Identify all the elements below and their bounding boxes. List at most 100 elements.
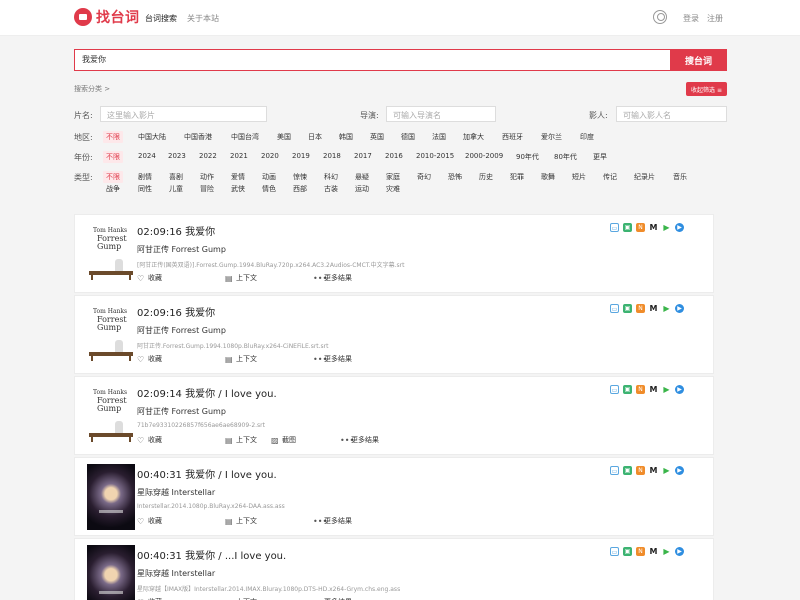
type-option[interactable]: 传记: [603, 172, 617, 182]
iqiyi-icon[interactable]: ▣: [623, 304, 632, 313]
year-option[interactable]: 2020: [261, 152, 279, 160]
user-avatar-icon[interactable]: [653, 10, 667, 24]
year-option[interactable]: 2019: [292, 152, 310, 160]
poster-forrest-gump[interactable]: Tom Hanks Forrest Gump: [87, 383, 135, 449]
youku-icon[interactable]: N: [636, 385, 645, 394]
more-results-button[interactable]: •••更多结果: [313, 516, 352, 526]
iqiyi-icon[interactable]: ▣: [623, 466, 632, 475]
result-timecode-line[interactable]: 02:09:14 我爱你 / I love you.: [137, 385, 277, 400]
year-option[interactable]: 80年代: [554, 152, 577, 162]
region-option[interactable]: 中国大陆: [138, 132, 166, 142]
favorite-button[interactable]: ♡收藏: [137, 435, 162, 445]
type-option[interactable]: 不限: [103, 171, 123, 183]
type-option[interactable]: 纪录片: [634, 172, 655, 182]
type-option[interactable]: 剧情: [138, 172, 152, 182]
nav-subtitle-search[interactable]: 台词搜索: [145, 13, 177, 24]
actor-input[interactable]: 可输入影人名: [616, 106, 727, 122]
more-results-button[interactable]: •••更多结果: [313, 273, 352, 283]
mgtv-icon[interactable]: M: [649, 223, 658, 232]
result-filename[interactable]: 阿甘正传.Forrest.Gump.1994.1080p.BluRay.x264…: [137, 341, 329, 350]
more-results-button[interactable]: •••更多结果: [313, 354, 352, 364]
youku-icon[interactable]: N: [636, 223, 645, 232]
region-option[interactable]: 德国: [401, 132, 415, 142]
nav-about[interactable]: 关于本站: [187, 13, 219, 24]
search-category-link[interactable]: 搜索分类 >: [74, 84, 110, 94]
play-icon[interactable]: ▶: [675, 304, 684, 313]
type-option[interactable]: 惊悚: [293, 172, 307, 182]
type-option[interactable]: 武侠: [231, 184, 245, 194]
play-icon[interactable]: ▶: [675, 385, 684, 394]
context-button[interactable]: ▤上下文: [225, 435, 257, 445]
favorite-button[interactable]: ♡收藏: [137, 273, 162, 283]
type-option[interactable]: 科幻: [324, 172, 338, 182]
year-option[interactable]: 2023: [168, 152, 186, 160]
context-button[interactable]: ▤上下文: [225, 273, 257, 283]
type-option[interactable]: 家庭: [386, 172, 400, 182]
iqiyi-icon[interactable]: ▣: [623, 547, 632, 556]
tv-icon[interactable]: ▭: [610, 385, 619, 394]
region-option[interactable]: 加拿大: [463, 132, 484, 142]
iqiyi-icon[interactable]: ▣: [623, 385, 632, 394]
year-option[interactable]: 不限: [103, 151, 123, 163]
result-timecode-line[interactable]: 00:40:31 我爱你 / ...I love you.: [137, 547, 286, 562]
type-option[interactable]: 情色: [262, 184, 276, 194]
poster-interstellar[interactable]: [87, 545, 135, 600]
result-filename[interactable]: 71b7e93310226857f656ae6ae68909-2.srt: [137, 422, 265, 429]
type-option[interactable]: 同性: [138, 184, 152, 194]
region-option[interactable]: 不限: [103, 131, 123, 143]
type-option[interactable]: 短片: [572, 172, 586, 182]
login-link[interactable]: 登录: [683, 13, 699, 24]
site-logo[interactable]: 找台词: [74, 7, 140, 27]
type-option[interactable]: 动作: [200, 172, 214, 182]
director-input[interactable]: 可输入导演名: [386, 106, 496, 122]
youku-icon[interactable]: N: [636, 547, 645, 556]
year-option[interactable]: 2021: [230, 152, 248, 160]
year-option[interactable]: 2010-2015: [416, 152, 454, 160]
poster-forrest-gump[interactable]: Tom Hanks Forrest Gump: [87, 302, 135, 368]
year-option[interactable]: 2017: [354, 152, 372, 160]
result-timecode-line[interactable]: 02:09:16 我爱你: [137, 223, 215, 238]
region-option[interactable]: 美国: [277, 132, 291, 142]
tv-icon[interactable]: ▭: [610, 223, 619, 232]
type-option[interactable]: 喜剧: [169, 172, 183, 182]
type-option[interactable]: 古装: [324, 184, 338, 194]
tencent-video-icon[interactable]: ▶: [662, 385, 671, 394]
youku-icon[interactable]: N: [636, 466, 645, 475]
result-title[interactable]: 阿甘正传 Forrest Gump: [137, 325, 226, 336]
year-option[interactable]: 2018: [323, 152, 341, 160]
mgtv-icon[interactable]: M: [649, 385, 658, 394]
type-option[interactable]: 西部: [293, 184, 307, 194]
year-option[interactable]: 更早: [593, 152, 607, 162]
result-title[interactable]: 星际穿越 Interstellar: [137, 487, 215, 498]
type-option[interactable]: 历史: [479, 172, 493, 182]
type-option[interactable]: 冒险: [200, 184, 214, 194]
type-option[interactable]: 灾难: [386, 184, 400, 194]
result-title[interactable]: 阿甘正传 Forrest Gump: [137, 244, 226, 255]
result-timecode-line[interactable]: 02:09:16 我爱你: [137, 304, 215, 319]
screenshot-button[interactable]: ▨ 截图: [271, 435, 296, 445]
region-option[interactable]: 中国台湾: [231, 132, 259, 142]
type-option[interactable]: 战争: [106, 184, 120, 194]
mgtv-icon[interactable]: M: [649, 547, 658, 556]
play-icon[interactable]: ▶: [675, 466, 684, 475]
youku-icon[interactable]: N: [636, 304, 645, 313]
iqiyi-icon[interactable]: ▣: [623, 223, 632, 232]
result-filename[interactable]: 星际穿越【IMAX版】Interstellar.2014.IMAX.Bluray…: [137, 584, 400, 593]
play-icon[interactable]: ▶: [675, 223, 684, 232]
tencent-video-icon[interactable]: ▶: [662, 547, 671, 556]
type-option[interactable]: 运动: [355, 184, 369, 194]
type-option[interactable]: 爱情: [231, 172, 245, 182]
region-option[interactable]: 英国: [370, 132, 384, 142]
type-option[interactable]: 音乐: [673, 172, 687, 182]
region-option[interactable]: 法国: [432, 132, 446, 142]
result-filename[interactable]: [阿甘正传(国英双语)].Forrest.Gump.1994.BluRay.72…: [137, 260, 404, 269]
favorite-button[interactable]: ♡收藏: [137, 354, 162, 364]
context-button[interactable]: ▤上下文: [225, 516, 257, 526]
more-results-button[interactable]: •••更多结果: [340, 435, 379, 445]
region-option[interactable]: 西班牙: [502, 132, 523, 142]
result-title[interactable]: 星际穿越 Interstellar: [137, 568, 215, 579]
register-link[interactable]: 注册: [707, 13, 723, 24]
poster-forrest-gump[interactable]: Tom Hanks Forrest Gump: [87, 221, 135, 287]
tencent-video-icon[interactable]: ▶: [662, 466, 671, 475]
type-option[interactable]: 儿童: [169, 184, 183, 194]
